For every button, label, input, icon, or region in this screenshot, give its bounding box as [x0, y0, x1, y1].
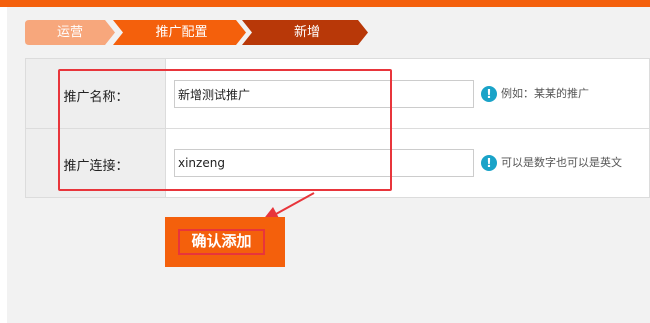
- annotation-highlight-box: [58, 69, 392, 191]
- top-accent-bar: [0, 0, 650, 7]
- confirm-add-label: 确认添加: [178, 229, 265, 255]
- breadcrumb-label: 运营: [56, 25, 83, 40]
- info-circle-icon: !: [481, 86, 497, 102]
- breadcrumb-label: 推广配置: [155, 25, 208, 40]
- confirm-add-button[interactable]: 确认添加: [165, 217, 285, 267]
- breadcrumb-item-new: 新增: [242, 20, 368, 45]
- breadcrumb-item-operations[interactable]: 运营: [25, 20, 115, 45]
- breadcrumb-label: 新增: [293, 25, 320, 40]
- breadcrumb-item-promo-config[interactable]: 推广配置: [113, 20, 246, 45]
- info-circle-icon: !: [481, 155, 497, 171]
- hint-text: 例如：某某的推广: [501, 87, 589, 100]
- hint-text: 可以是数字也可以是英文: [501, 156, 622, 169]
